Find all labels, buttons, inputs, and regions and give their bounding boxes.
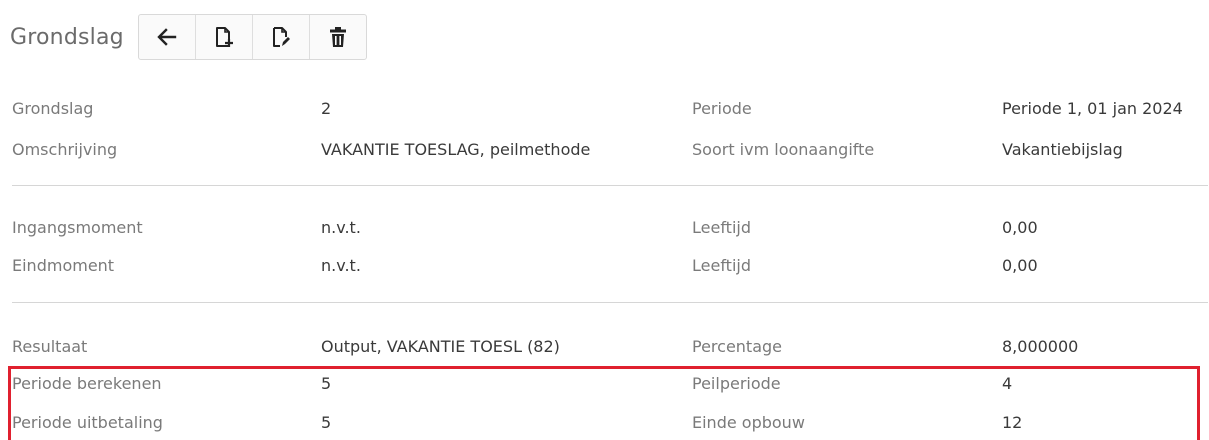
field-value: Periode 1, 01 jan 2024 [1002,99,1183,118]
toolbar [137,14,367,60]
field-label: Resultaat [12,337,88,356]
field-label: Soort ivm loonaangifte [692,140,875,159]
field-value: VAKANTIE TOESLAG, peilmethode [321,140,591,159]
field-value: n.v.t. [321,218,361,237]
field-label: Leeftijd [692,218,751,237]
detail-row: Omschrijving VAKANTIE TOESLAG, peilmetho… [0,135,1209,165]
field-label: Periode [692,99,752,118]
field-label: Einde opbouw [692,413,805,432]
detail-row: Ingangsmoment n.v.t. Leeftijd 0,00 [0,213,1209,243]
field-label: Omschrijving [12,140,118,159]
page-title: Grondslag [10,24,124,50]
detail-row: Periode uitbetaling 5 Einde opbouw 12 [0,408,1209,438]
field-label: Grondslag [12,99,94,118]
page-header: Grondslag [10,14,367,60]
field-value: n.v.t. [321,256,361,275]
section-divider [12,185,1208,186]
field-value: Vakantiebijslag [1002,140,1123,159]
field-value: 2 [321,99,332,118]
edit-button[interactable] [253,15,310,59]
arrow-left-icon [157,28,177,46]
field-value: 0,00 [1002,218,1038,237]
field-value: 12 [1002,413,1023,432]
field-label: Peilperiode [692,374,781,393]
field-label: Ingangsmoment [12,218,143,237]
field-label: Periode berekenen [12,374,162,393]
field-label: Percentage [692,337,783,356]
field-value: 5 [321,413,332,432]
field-label: Eindmoment [12,256,115,275]
field-value: 5 [321,374,332,393]
section-divider [12,302,1208,303]
field-value: 0,00 [1002,256,1038,275]
back-button[interactable] [139,15,196,59]
detail-row: Grondslag 2 Periode Periode 1, 01 jan 20… [0,94,1209,124]
delete-button[interactable] [310,15,366,59]
new-document-icon [215,27,233,47]
detail-row: Periode berekenen 5 Peilperiode 4 [0,369,1209,399]
field-label: Periode uitbetaling [12,413,163,432]
trash-icon [329,27,346,47]
edit-document-icon [272,27,290,47]
field-label: Leeftijd [692,256,751,275]
detail-row: Eindmoment n.v.t. Leeftijd 0,00 [0,251,1209,281]
new-button[interactable] [196,15,253,59]
field-value: Output, VAKANTIE TOESL (82) [321,337,560,356]
detail-row: Resultaat Output, VAKANTIE TOESL (82) Pe… [0,332,1209,362]
field-value: 8,000000 [1002,337,1079,356]
field-value: 4 [1002,374,1013,393]
